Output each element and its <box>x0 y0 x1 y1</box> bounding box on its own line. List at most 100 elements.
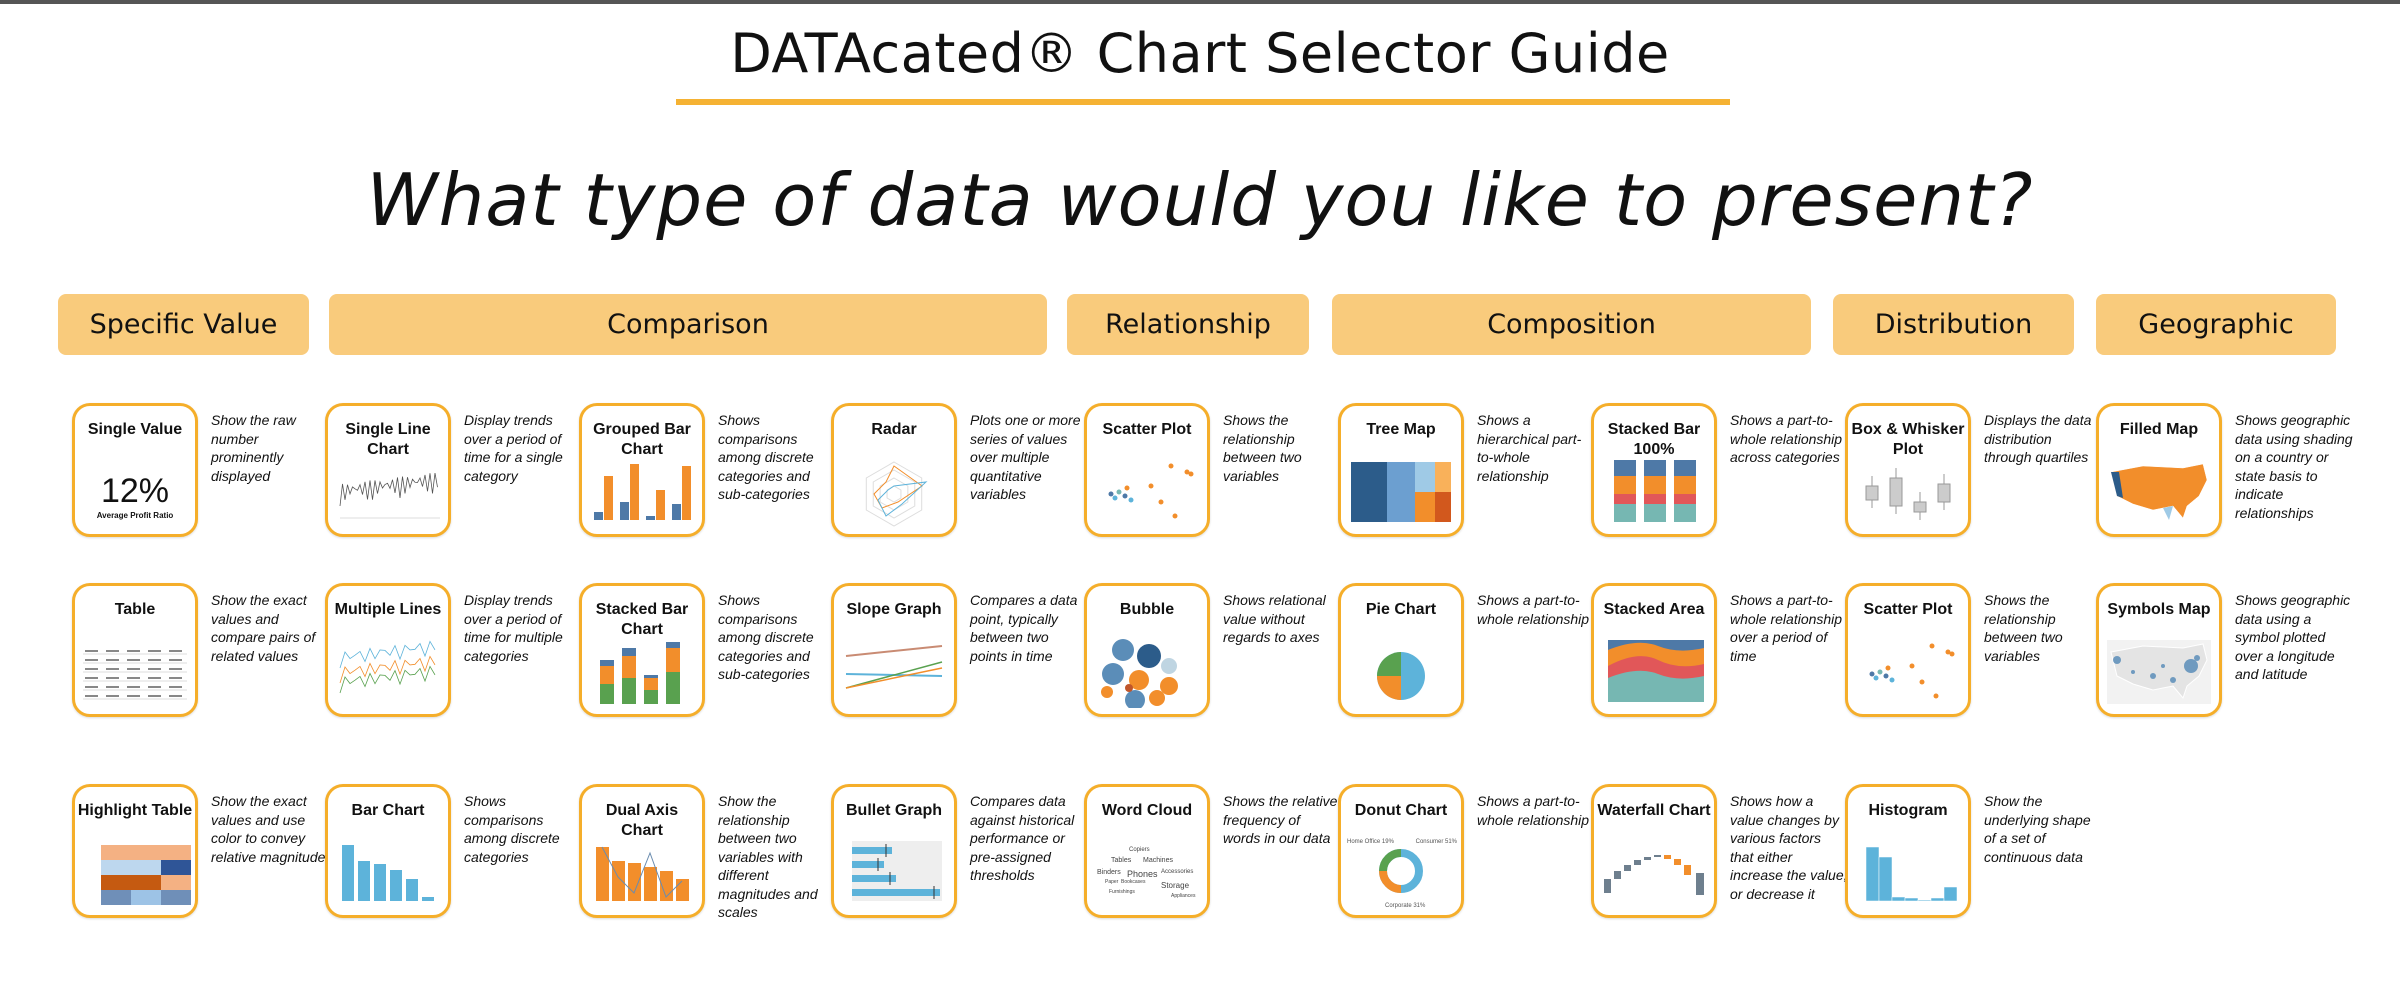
card-title: Waterfall Chart <box>1597 802 1711 819</box>
scatter-thumbnail-icon <box>1091 456 1203 528</box>
histogram-thumbnail-icon <box>1852 837 1964 909</box>
word-cloud-word: Bookcases <box>1121 879 1146 885</box>
stacked-bar-thumbnail-icon <box>586 636 698 708</box>
chart-card-scatter-plot[interactable]: Scatter Plot <box>1084 403 1210 537</box>
highlight-table-thumbnail-icon <box>79 837 191 909</box>
chart-card-stacked-bar-100-[interactable]: Stacked Bar 100% <box>1591 403 1717 537</box>
card-title: Grouped Bar Chart <box>593 421 691 458</box>
card-description: Show the raw number prominently displaye… <box>211 412 296 484</box>
category-geographic: Geographic <box>2096 294 2336 355</box>
word-cloud-word: Tables <box>1111 857 1132 864</box>
symbols-map-thumbnail-icon <box>2103 636 2215 708</box>
category-comparison: Comparison <box>329 294 1047 355</box>
pie-thumbnail-icon <box>1345 636 1457 708</box>
card-title: Filled Map <box>2119 421 2199 438</box>
category-specific-value: Specific Value <box>58 294 309 355</box>
card-title: Scatter Plot <box>1102 421 1192 438</box>
chart-card-box-whisker-plot[interactable]: Box & Whisker Plot <box>1845 403 1971 537</box>
line-thumbnail-icon <box>332 456 444 528</box>
card-description: Compares a data point, typically between… <box>970 592 1078 664</box>
single-value-caption: Average Profit Ratio <box>96 511 174 520</box>
chart-card-stacked-area[interactable]: Stacked Area <box>1591 583 1717 717</box>
category-distribution: Distribution <box>1833 294 2074 355</box>
multi-line-thumbnail-icon <box>332 636 444 708</box>
chart-card-word-cloud[interactable]: Word Cloud Copiers Tables Machines Binders Ph… <box>1084 784 1210 918</box>
title-underline <box>676 99 1730 105</box>
chart-card-scatter-plot[interactable]: Scatter Plot <box>1845 583 1971 717</box>
donut-thumbnail-icon: Home Office 19% Consumer 51% Corporate 31% <box>1345 837 1457 909</box>
card-description: Shows a hierarchical part-to-whole relat… <box>1477 412 1582 484</box>
word-cloud-thumbnail-icon: Copiers Tables Machines Binders Phones Access… <box>1091 837 1203 909</box>
card-title: Stacked Bar Chart <box>595 601 689 638</box>
stacked-100-thumbnail-icon <box>1598 456 1710 528</box>
card-description: Show the relationship between two variab… <box>718 793 818 920</box>
card-description: Displays the data distribution through q… <box>1984 412 2092 465</box>
question-heading: What type of data would you like to pres… <box>366 158 2034 242</box>
card-description: Shows a part-to-whole relationship <box>1477 793 1590 828</box>
single-value-thumbnail-icon: 12% Average Profit Ratio <box>79 456 191 528</box>
card-description: Shows a part-to-whole relationship acros… <box>1730 412 1843 465</box>
card-title: Dual Axis Chart <box>605 802 679 839</box>
card-title: Stacked Bar 100% <box>1607 421 1701 458</box>
chart-card-multiple-lines[interactable]: Multiple Lines <box>325 583 451 717</box>
chart-card-donut-chart[interactable]: Donut Chart Home Office 19% Consumer 51% Co… <box>1338 784 1464 918</box>
chart-card-single-line-chart[interactable]: Single Line Chart <box>325 403 451 537</box>
word-cloud-word: Furnishings <box>1109 889 1135 895</box>
waterfall-thumbnail-icon <box>1598 837 1710 909</box>
card-title: Histogram <box>1868 802 1948 819</box>
card-title: Box & Whisker Plot <box>1851 421 1965 458</box>
table-thumbnail-icon <box>79 636 191 708</box>
chart-card-tree-map[interactable]: Tree Map <box>1338 403 1464 537</box>
chart-card-table[interactable]: Table <box>72 583 198 717</box>
chart-card-radar[interactable]: Radar <box>831 403 957 537</box>
card-description: Shows relational value without regards t… <box>1223 592 1326 645</box>
card-description: Shows how a value changes by various fac… <box>1730 793 1848 902</box>
card-title: Scatter Plot <box>1863 601 1953 618</box>
card-description: Shows the relationship between two varia… <box>1223 412 1302 484</box>
card-description: Show the exact values and compare pairs … <box>211 592 316 664</box>
chart-card-grouped-bar-chart[interactable]: Grouped Bar Chart <box>579 403 705 537</box>
chart-card-slope-graph[interactable]: Slope Graph <box>831 583 957 717</box>
card-description: Shows comparisons among discrete categor… <box>718 412 814 502</box>
donut-label-home-office: Home Office 19% <box>1347 839 1394 845</box>
card-description: Shows comparisons among discrete categor… <box>718 592 814 682</box>
category-composition: Composition <box>1332 294 1811 355</box>
card-title: Single Value <box>87 421 183 438</box>
word-cloud-word: Accessories <box>1161 869 1194 875</box>
card-description: Shows a part-to-whole relationship over … <box>1730 592 1843 664</box>
word-cloud-word: Copiers <box>1129 847 1150 853</box>
chart-card-bar-chart[interactable]: Bar Chart <box>325 784 451 918</box>
radar-thumbnail-icon <box>838 456 950 528</box>
card-title: Radar <box>871 421 917 438</box>
bar-thumbnail-icon <box>332 837 444 909</box>
stacked-area-thumbnail-icon <box>1598 636 1710 708</box>
chart-card-symbols-map[interactable]: Symbols Map <box>2096 583 2222 717</box>
chart-card-waterfall-chart[interactable]: Waterfall Chart <box>1591 784 1717 918</box>
scatter-thumbnail-icon <box>1852 636 1964 708</box>
top-border <box>0 0 2400 4</box>
chart-card-bullet-graph[interactable]: Bullet Graph <box>831 784 957 918</box>
grouped-bar-thumbnail-icon <box>586 456 698 528</box>
card-description: Compares data against historical perform… <box>970 793 1075 883</box>
card-description: Shows a part-to-whole relationship <box>1477 592 1590 627</box>
single-value-number: 12% <box>100 472 170 510</box>
donut-label-consumer: Consumer 51% <box>1415 839 1457 845</box>
chart-card-highlight-table[interactable]: Highlight Table <box>72 784 198 918</box>
chart-card-dual-axis-chart[interactable]: Dual Axis Chart <box>579 784 705 918</box>
chart-card-histogram[interactable]: Histogram <box>1845 784 1971 918</box>
chart-card-stacked-bar-chart[interactable]: Stacked Bar Chart <box>579 583 705 717</box>
chart-card-single-value[interactable]: Single Value 12% Average Profit Ratio <box>72 403 198 537</box>
chart-card-bubble[interactable]: Bubble <box>1084 583 1210 717</box>
chart-card-pie-chart[interactable]: Pie Chart <box>1338 583 1464 717</box>
dual-axis-thumbnail-icon <box>586 837 698 909</box>
word-cloud-word: Machines <box>1143 857 1173 864</box>
chart-card-filled-map[interactable]: Filled Map <box>2096 403 2222 537</box>
card-title: Bullet Graph <box>845 802 942 819</box>
word-cloud-word: Paper <box>1105 879 1119 885</box>
card-description: Plots one or more series of values over … <box>970 412 1081 502</box>
card-title: Table <box>114 601 156 618</box>
treemap-thumbnail-icon <box>1345 456 1457 528</box>
donut-label-corporate: Corporate 31% <box>1385 903 1426 909</box>
card-title: Pie Chart <box>1365 601 1437 618</box>
card-title: Highlight Table <box>77 802 193 819</box>
